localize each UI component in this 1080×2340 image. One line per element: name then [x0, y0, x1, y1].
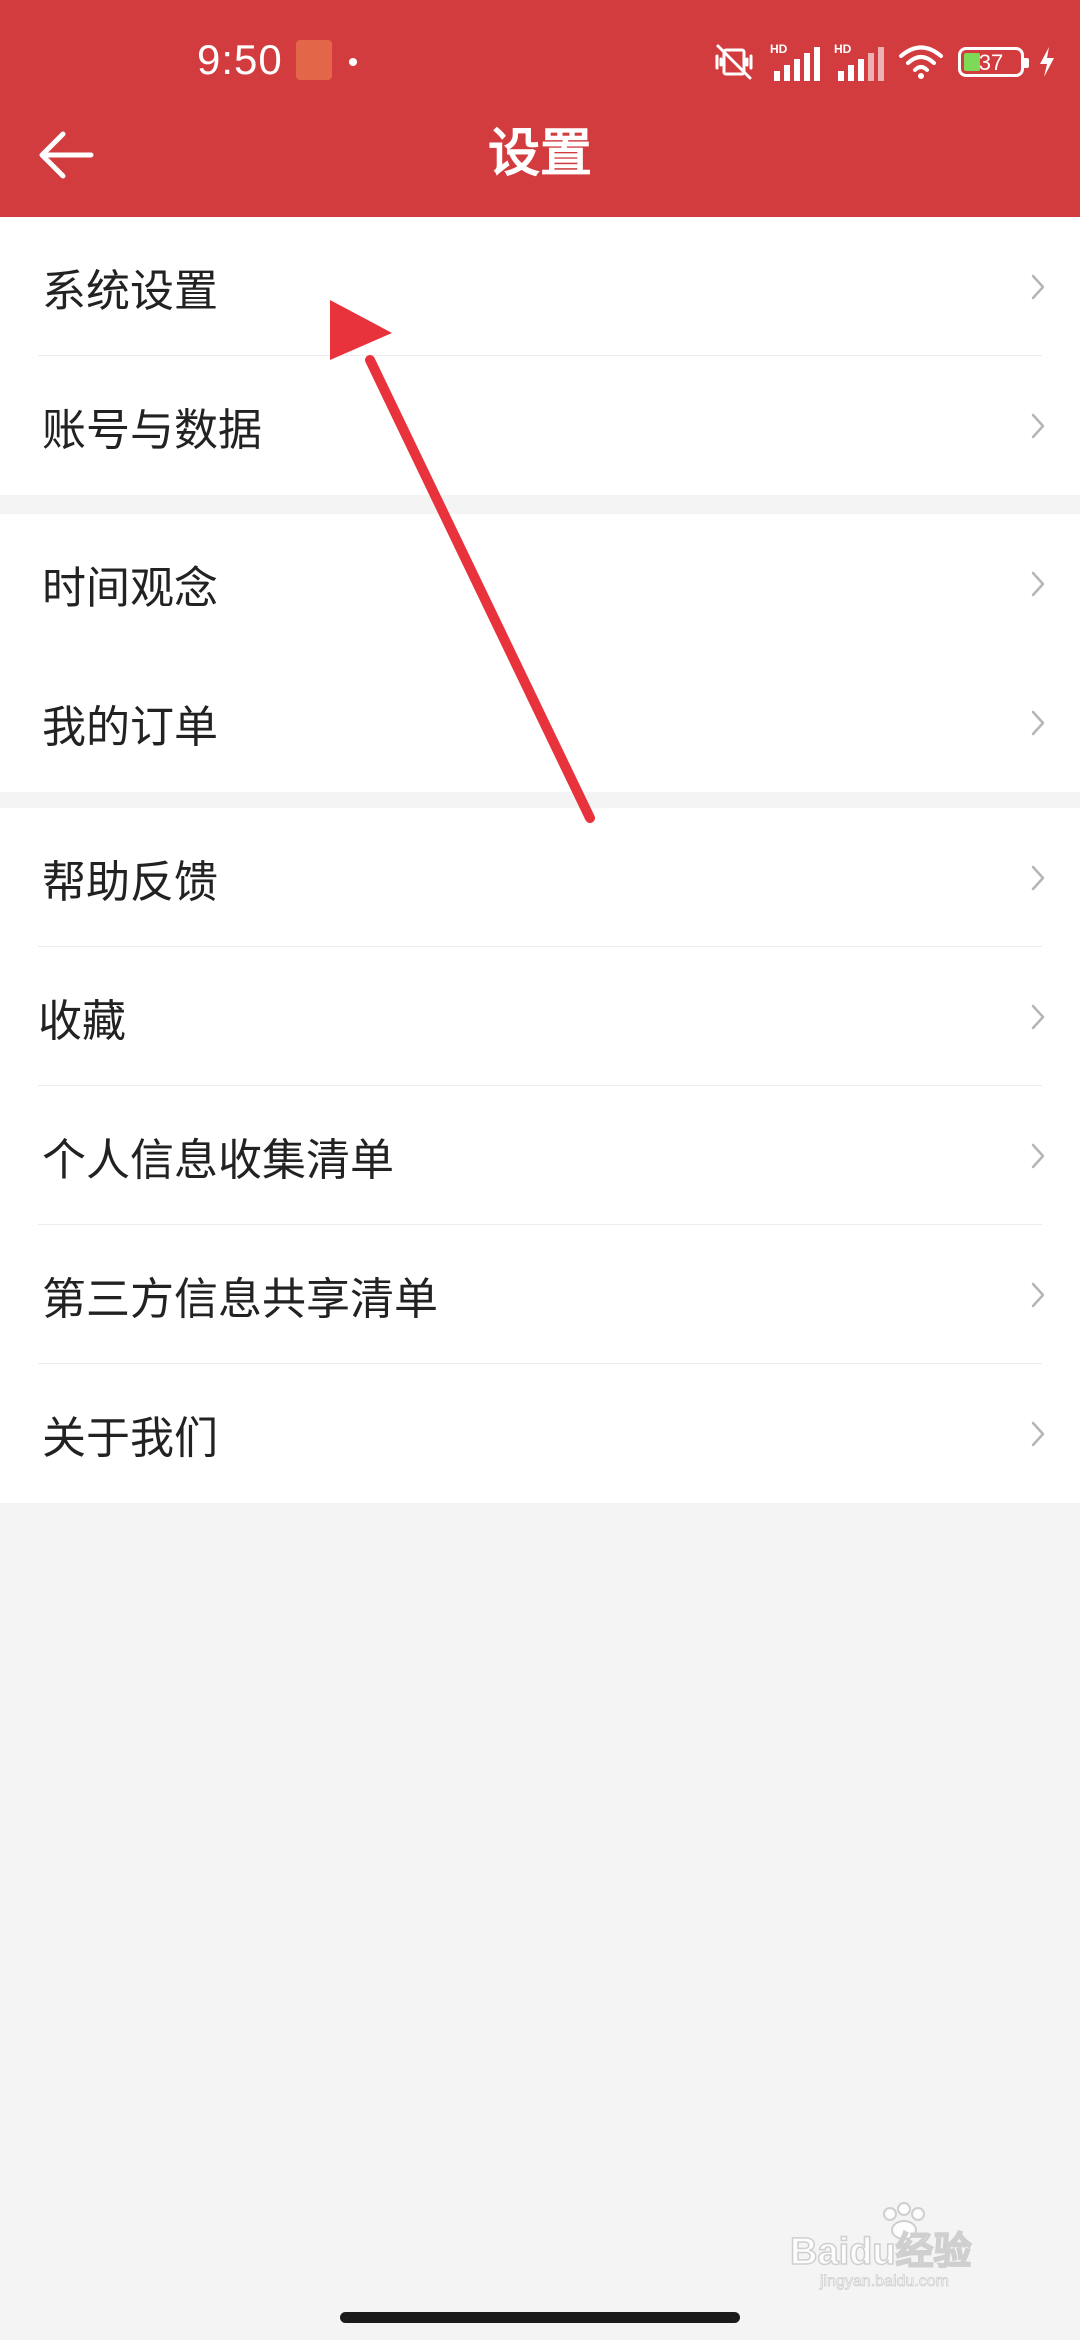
battery-cap	[1024, 58, 1029, 68]
settings-group-2: 时间观念 我的订单	[0, 514, 1080, 792]
app-notification-icon	[296, 40, 332, 80]
cellular-signal-2-icon: HD	[834, 42, 884, 81]
home-indicator[interactable]	[340, 2312, 740, 2323]
settings-item-third-party-sharing-list[interactable]: 第三方信息共享清单	[0, 1225, 1080, 1364]
toolbar: 设置	[0, 120, 1080, 217]
chevron-right-icon	[1031, 571, 1045, 596]
mute-vibrate-icon	[715, 44, 753, 80]
status-icons: HD HD 37	[712, 36, 1056, 88]
settings-item-label: 关于我们	[42, 1412, 218, 1464]
signal-hd-label-2: HD	[834, 42, 852, 56]
settings-item-personal-info-list[interactable]: 个人信息收集清单	[0, 1086, 1080, 1225]
settings-item-label: 个人信息收集清单	[42, 1134, 394, 1186]
chevron-right-icon	[1031, 1282, 1045, 1307]
settings-group-3: 帮助反馈 收藏 个人信息收集清单 第三方信息共享清单 关于我们	[0, 808, 1080, 1503]
status-bar: 9:50 HD HD 37	[0, 0, 1080, 120]
signal-hd-label: HD	[770, 42, 788, 56]
settings-item-label: 收藏	[38, 995, 126, 1047]
settings-item-label: 时间观念	[42, 562, 218, 614]
wifi-icon	[899, 45, 943, 79]
settings-item-label: 系统设置	[42, 265, 218, 317]
cellular-signal-icon: HD	[770, 42, 820, 81]
watermark-brand: Baidu经验	[790, 2231, 972, 2273]
chevron-right-icon	[1031, 1004, 1045, 1029]
chevron-right-icon	[1031, 710, 1045, 735]
chevron-right-icon	[1031, 865, 1045, 890]
settings-item-help-feedback[interactable]: 帮助反馈	[0, 808, 1080, 947]
chevron-right-icon	[1031, 413, 1045, 438]
settings-item-label: 账号与数据	[42, 404, 262, 456]
chevron-right-icon	[1031, 274, 1045, 299]
battery-level: 37	[978, 50, 1004, 75]
settings-item-time-concept[interactable]: 时间观念	[0, 514, 1080, 653]
settings-item-my-orders[interactable]: 我的订单	[0, 653, 1080, 792]
chevron-right-icon	[1031, 1421, 1045, 1446]
settings-group-1: 系统设置 账号与数据	[0, 217, 1080, 495]
watermark-url: jingyan.baidu.com	[819, 2273, 949, 2290]
settings-item-about-us[interactable]: 关于我们	[0, 1364, 1080, 1503]
notification-dot-icon	[349, 58, 357, 66]
battery-icon: 37	[958, 47, 1029, 77]
app-header: 9:50 HD HD 37 设置	[0, 0, 1080, 217]
status-time: 9:50	[197, 36, 283, 83]
baidu-jingyan-watermark: Baidu经验 jingyan.baidu.com	[790, 2202, 972, 2290]
settings-item-label: 帮助反馈	[42, 856, 218, 908]
charging-icon	[1040, 47, 1054, 77]
page-title: 设置	[487, 124, 592, 184]
chevron-right-icon	[1031, 1143, 1045, 1168]
settings-item-label: 第三方信息共享清单	[42, 1273, 438, 1325]
settings-item-favorites[interactable]: 收藏	[0, 947, 1080, 1086]
settings-item-account-data[interactable]: 账号与数据	[0, 356, 1080, 495]
settings-item-system-settings[interactable]: 系统设置	[0, 217, 1080, 356]
settings-item-label: 我的订单	[42, 701, 218, 753]
